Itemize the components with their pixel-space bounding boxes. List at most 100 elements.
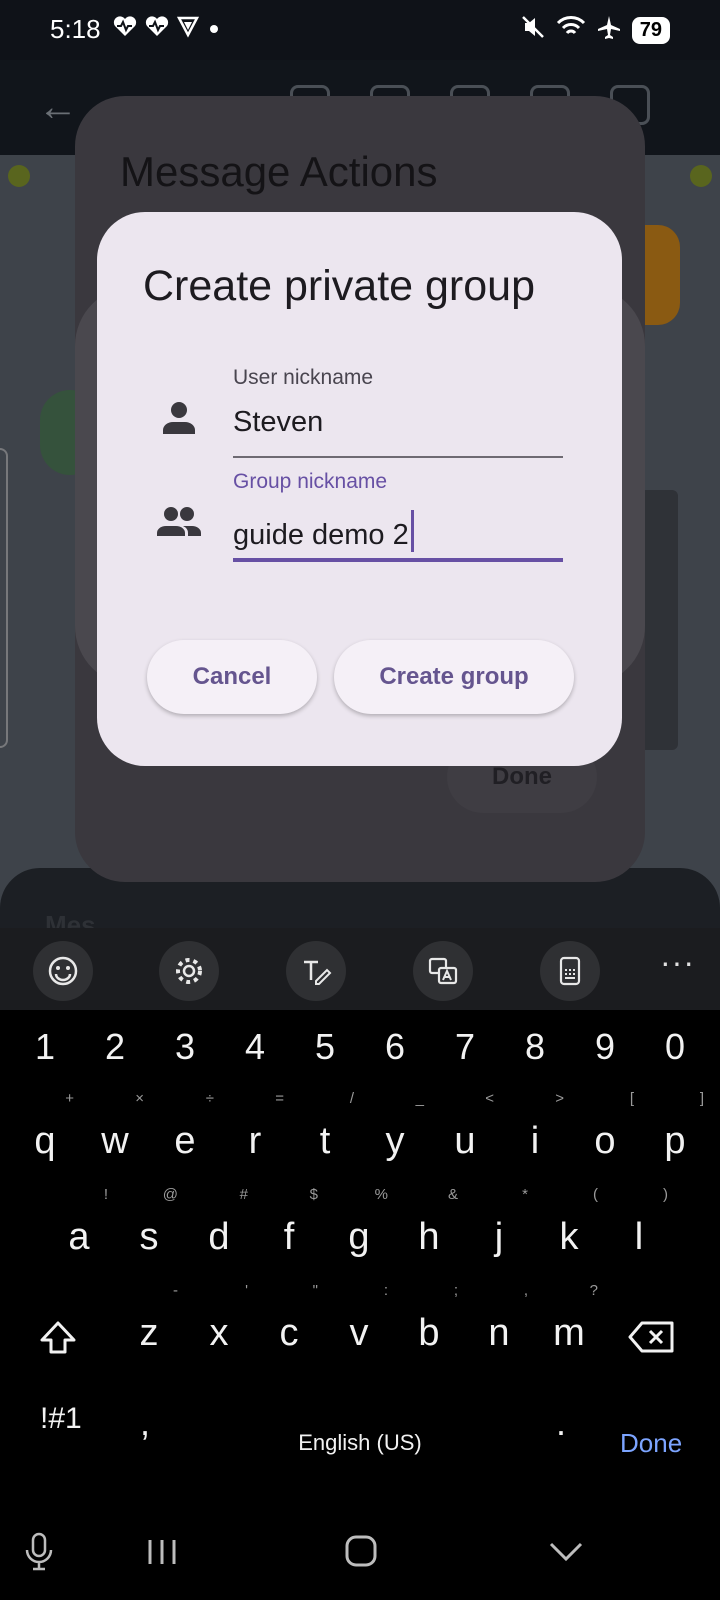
key-hint: > — [555, 1090, 564, 1107]
key-hint: % — [374, 1186, 388, 1203]
user-nickname-label: User nickname — [233, 366, 374, 389]
key-f[interactable]: f $ — [254, 1186, 324, 1259]
key-label: f — [283, 1216, 295, 1258]
navigation-bar — [0, 1510, 720, 1600]
key-hint: # — [239, 1186, 248, 1203]
home-icon[interactable] — [344, 1534, 378, 1573]
key-hint: × — [135, 1090, 144, 1107]
key-label: c — [279, 1312, 299, 1354]
key-w[interactable]: w × — [80, 1090, 150, 1163]
translate-icon[interactable] — [413, 941, 473, 1001]
key-label: w — [101, 1120, 129, 1162]
cancel-button[interactable]: Cancel — [147, 640, 317, 714]
key-a[interactable]: a! — [44, 1186, 114, 1259]
key-label: 7 — [454, 1026, 476, 1067]
key-6[interactable]: 6 — [360, 1026, 430, 1068]
key-k[interactable]: k( — [534, 1186, 604, 1259]
key-9[interactable]: 9 — [570, 1026, 640, 1068]
handwriting-icon[interactable] — [286, 941, 346, 1001]
more-icon[interactable]: ··· — [660, 944, 695, 981]
status-dot — [8, 165, 30, 187]
key-s[interactable]: s @ — [114, 1186, 184, 1259]
group-nickname-field[interactable]: Group nickname guide demo 2 — [233, 470, 563, 562]
key-2[interactable]: 2 — [80, 1026, 150, 1068]
key-e[interactable]: e ÷ — [150, 1090, 220, 1163]
comma-key[interactable]: , — [140, 1402, 150, 1444]
key-y[interactable]: y _ — [360, 1090, 430, 1163]
airplane-icon — [596, 14, 622, 46]
group-nickname-underline — [233, 558, 563, 562]
key-label: 5 — [314, 1026, 336, 1067]
back-icon[interactable] — [548, 1540, 584, 1569]
one-handed-icon[interactable] — [540, 941, 600, 1001]
key-hint: ! — [103, 1186, 108, 1203]
key-label: 9 — [594, 1026, 616, 1067]
wifi-icon — [556, 14, 586, 46]
key-label: e — [174, 1120, 196, 1162]
key-hint: ' — [245, 1282, 248, 1299]
key-o[interactable]: o[ — [570, 1090, 640, 1163]
key-label: i — [530, 1120, 540, 1162]
key-hint: @ — [162, 1186, 178, 1203]
create-group-button[interactable]: Create group — [334, 640, 574, 714]
key-0[interactable]: 0 — [640, 1026, 710, 1068]
group-nickname-value: guide demo 2 — [233, 519, 409, 551]
key-hint: ( — [593, 1186, 598, 1203]
shift-key[interactable] — [38, 1318, 78, 1363]
key-i[interactable]: i > — [500, 1090, 570, 1163]
key-hint: * — [522, 1186, 528, 1203]
key-u[interactable]: u < — [430, 1090, 500, 1163]
recent-apps-icon[interactable] — [146, 1536, 178, 1573]
key-label: x — [209, 1312, 229, 1354]
key-5[interactable]: 5 — [290, 1026, 360, 1068]
key-l[interactable]: l) — [604, 1186, 674, 1259]
keyboard-done-key[interactable]: Done — [620, 1428, 682, 1459]
key-p[interactable]: p] — [640, 1090, 710, 1163]
key-n[interactable]: n, — [464, 1282, 534, 1355]
user-nickname-field[interactable]: User nickname Steven — [233, 366, 563, 458]
key-hint: < — [485, 1090, 494, 1107]
key-label: z — [139, 1312, 159, 1354]
key-h[interactable]: h & — [394, 1186, 464, 1259]
period-key[interactable]: . — [556, 1402, 566, 1444]
back-arrow-icon: ← — [38, 85, 78, 129]
key-t[interactable]: t / — [290, 1090, 360, 1163]
key-j[interactable]: j * — [464, 1186, 534, 1259]
key-z[interactable]: z- — [114, 1282, 184, 1355]
key-x[interactable]: x ' — [184, 1282, 254, 1355]
key-label: u — [454, 1120, 476, 1162]
key-m[interactable]: m? — [534, 1282, 604, 1355]
group-nickname-input[interactable]: guide demo 2 — [233, 510, 563, 552]
space-key[interactable]: English (US) — [220, 1430, 500, 1456]
key-g[interactable]: g% — [324, 1186, 394, 1259]
dialog-title: Create private group — [143, 262, 535, 310]
user-nickname-value[interactable]: Steven — [233, 406, 563, 439]
key-label: r — [248, 1120, 262, 1162]
key-7[interactable]: 7 — [430, 1026, 500, 1068]
key-c[interactable]: c " — [254, 1282, 324, 1355]
mic-icon[interactable] — [24, 1532, 54, 1577]
key-3[interactable]: 3 — [150, 1026, 220, 1068]
emoji-icon[interactable] — [33, 941, 93, 1001]
battery-indicator: 79 — [631, 16, 670, 44]
key-label: q — [34, 1120, 56, 1162]
key-1[interactable]: 1 — [10, 1026, 80, 1068]
key-label: a — [68, 1216, 90, 1258]
key-d[interactable]: d # — [184, 1186, 254, 1259]
key-hint: ÷ — [205, 1090, 214, 1107]
user-nickname-underline — [233, 456, 563, 458]
key-r[interactable]: r = — [220, 1090, 290, 1163]
key-q[interactable]: q + — [10, 1090, 80, 1163]
key-v[interactable]: v: — [324, 1282, 394, 1355]
key-label: l — [634, 1216, 644, 1258]
backspace-key[interactable] — [628, 1320, 676, 1359]
symbols-key[interactable]: !#1 — [40, 1402, 82, 1436]
key-b[interactable]: b; — [394, 1282, 464, 1355]
key-hint: _ — [415, 1090, 424, 1107]
key-label: 4 — [244, 1026, 266, 1067]
person-icon — [159, 398, 199, 438]
settings-icon[interactable] — [159, 941, 219, 1001]
key-4[interactable]: 4 — [220, 1026, 290, 1068]
key-8[interactable]: 8 — [500, 1026, 570, 1068]
keyboard-toolbar: ··· — [0, 928, 720, 1010]
